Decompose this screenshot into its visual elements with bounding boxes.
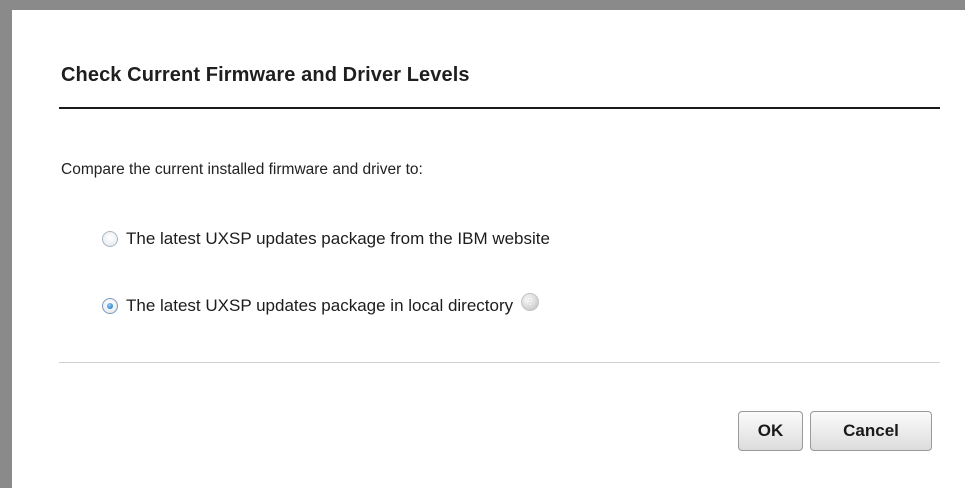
compare-prompt: Compare the current installed firmware a… — [61, 161, 423, 178]
option-ibm-website[interactable]: The latest UXSP updates package from the… — [102, 229, 550, 249]
option-local-directory[interactable]: The latest UXSP updates package in local… — [102, 293, 540, 316]
help-question-icon[interactable]: ? — [521, 293, 540, 311]
option-ibm-website-label: The latest UXSP updates package from the… — [126, 229, 550, 248]
radio-selected-dot — [107, 303, 113, 309]
ok-button[interactable]: OK — [738, 411, 803, 451]
firmware-check-dialog: Check Current Firmware and Driver Levels… — [12, 10, 965, 488]
option-local-directory-label: The latest UXSP updates package in local… — [126, 296, 514, 315]
footer-divider — [59, 362, 940, 363]
cancel-button[interactable]: Cancel — [810, 411, 932, 451]
title-divider — [59, 107, 940, 109]
dialog-title: Check Current Firmware and Driver Levels — [61, 64, 470, 86]
radio-local-directory[interactable] — [102, 298, 118, 314]
window-frame-left — [0, 0, 12, 488]
radio-ibm-website[interactable] — [102, 231, 118, 247]
window-frame-top — [0, 0, 965, 10]
